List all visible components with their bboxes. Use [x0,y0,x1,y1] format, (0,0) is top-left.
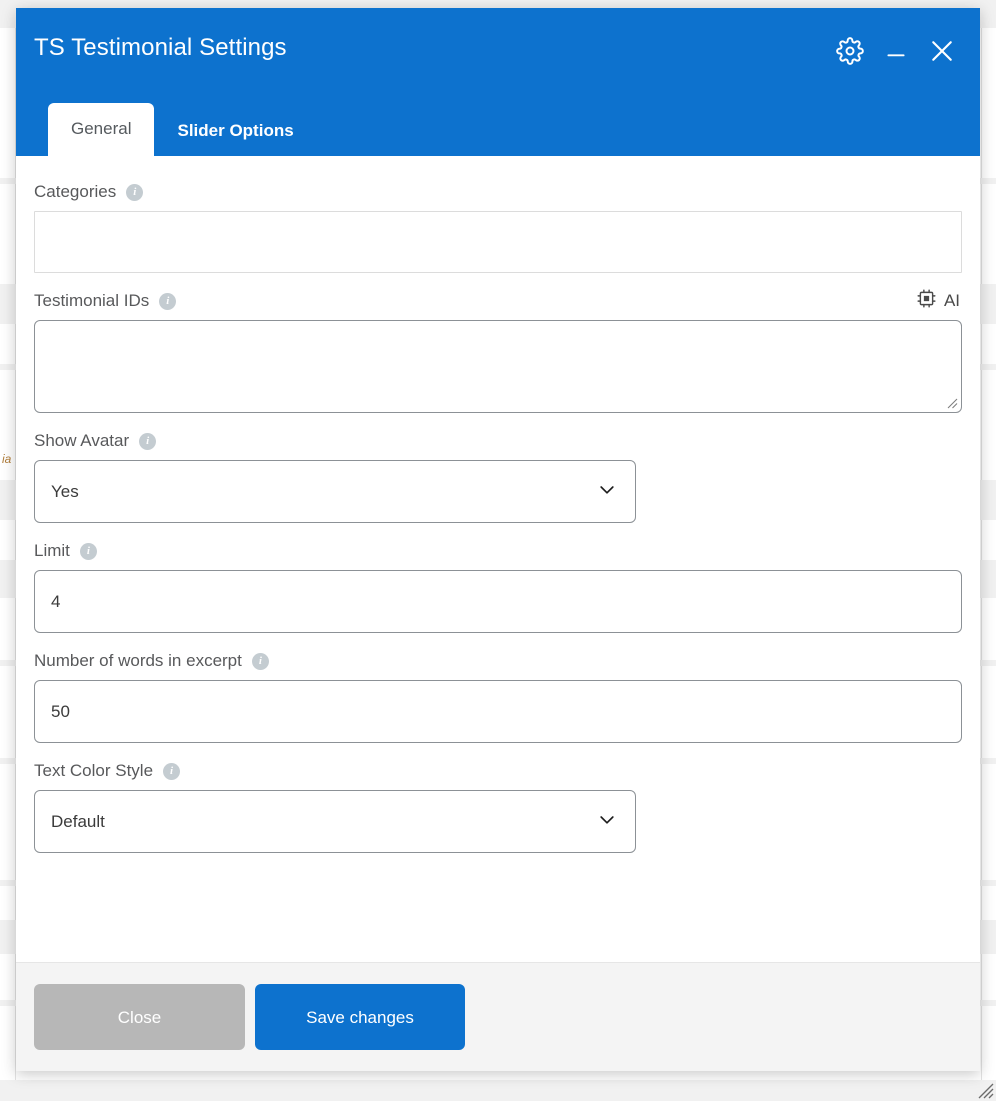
background-text-fragment: ia [2,452,12,466]
chevron-down-icon [597,809,617,834]
show-avatar-label: Show Avatar [34,431,130,450]
info-icon[interactable]: i [126,183,144,201]
modal-footer: Close Save changes [16,962,980,1071]
tab-general-label: General [71,119,132,139]
field-show-avatar: Show Avatar i Yes [34,431,962,523]
info-icon[interactable]: i [139,432,157,450]
testimonial-ids-label: Testimonial IDs [34,291,150,310]
window-resize-handle[interactable] [976,1081,994,1099]
window-controls [833,34,959,68]
testimonial-ids-label-row: Testimonial IDs i AI [34,288,962,314]
text-color-style-label: Text Color Style [34,761,154,780]
ai-generate-button[interactable]: AI [916,288,960,314]
chevron-down-icon [597,479,617,504]
background-row [0,1080,996,1101]
limit-input[interactable] [34,570,962,633]
modal-body: Categories i Testimonial IDs i AI Show A… [16,156,980,962]
testimonial-ids-wrap [34,320,962,413]
field-limit: Limit i [34,541,962,633]
gear-icon[interactable] [833,34,867,68]
excerpt-words-input[interactable] [34,680,962,743]
categories-label-row: Categories i [34,182,962,202]
excerpt-words-label-row: Number of words in excerpt i [34,651,962,671]
info-icon[interactable]: i [79,542,97,560]
save-changes-button[interactable]: Save changes [255,984,465,1050]
modal-title: TS Testimonial Settings [34,34,287,61]
info-icon[interactable]: i [163,762,181,780]
modal-tabs: General Slider Options [48,103,317,156]
text-color-style-value: Default [51,811,105,831]
modal-header: TS Testimonial Settings General Slider O… [16,8,980,156]
info-icon[interactable]: i [251,652,269,670]
limit-label-row: Limit i [34,541,962,561]
testimonial-ids-textarea[interactable] [34,320,962,413]
minimize-icon[interactable] [879,34,913,68]
close-icon[interactable] [925,34,959,68]
show-avatar-label-row: Show Avatar i [34,431,962,451]
limit-label: Limit [34,541,70,560]
excerpt-words-label: Number of words in excerpt [34,651,242,670]
tab-slider-options-label: Slider Options [177,121,294,141]
tab-slider-options[interactable]: Slider Options [154,108,316,156]
show-avatar-value: Yes [51,481,79,501]
cpu-chip-icon [916,288,937,314]
close-button[interactable]: Close [34,984,245,1050]
tab-general[interactable]: General [48,103,155,156]
testimonial-settings-modal: TS Testimonial Settings General Slider O… [16,8,980,1071]
info-icon[interactable]: i [159,292,177,310]
categories-label: Categories [34,182,117,201]
field-excerpt-words: Number of words in excerpt i [34,651,962,743]
show-avatar-select[interactable]: Yes [34,460,636,523]
text-color-style-select[interactable]: Default [34,790,636,853]
categories-multiselect[interactable] [34,211,962,273]
text-color-style-label-row: Text Color Style i [34,761,962,781]
field-testimonial-ids: Testimonial IDs i AI [34,288,962,413]
field-categories: Categories i [34,182,962,273]
field-text-color-style: Text Color Style i Default [34,761,962,853]
ai-label: AI [943,291,960,310]
